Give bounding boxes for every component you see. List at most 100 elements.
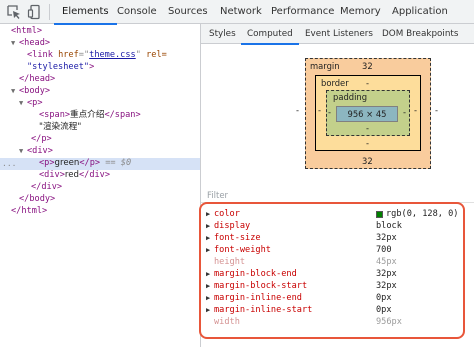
tab-elements[interactable]: Elements bbox=[54, 0, 117, 25]
dom-node-p-close[interactable]: </p> bbox=[0, 134, 200, 146]
link-close: > bbox=[89, 62, 95, 72]
subtab-computed[interactable]: Computed bbox=[241, 24, 299, 45]
dom-node-text[interactable]: "渲染流程" bbox=[0, 122, 200, 134]
expand-triangle-icon[interactable]: ▶ bbox=[206, 232, 210, 244]
html-close-tag: </html> bbox=[11, 206, 48, 216]
dom-node-link[interactable]: <link href="theme.css" rel= bbox=[0, 50, 200, 62]
tab-memory[interactable]: Memory bbox=[340, 0, 381, 24]
property-row-margin-inline-end[interactable]: ▶ margin-inline-end 0px bbox=[201, 292, 474, 304]
expand-triangle-icon[interactable]: ▶ bbox=[206, 280, 210, 292]
expand-triangle-icon[interactable]: ▼ bbox=[19, 98, 27, 110]
dom-node-body[interactable]: ▼ <body> bbox=[0, 86, 200, 98]
content-box[interactable]: 956 × 45 bbox=[336, 106, 398, 122]
body-close-tag: </body> bbox=[19, 194, 56, 204]
property-name: margin-inline-end bbox=[214, 293, 302, 303]
property-value: rgb(0, 128, 0) bbox=[386, 209, 459, 219]
property-row-margin-inline-start[interactable]: ▶ margin-inline-start 0px bbox=[201, 304, 474, 316]
computed-properties-list: ▶ color rgb(0, 128, 0) ▶ display block ▶… bbox=[201, 203, 474, 347]
property-name: margin-block-end bbox=[214, 269, 297, 279]
dom-node-div[interactable]: ▼ <div> bbox=[0, 146, 200, 158]
rel-attr-value: "stylesheet" bbox=[27, 62, 90, 72]
property-name: margin-block-start bbox=[214, 281, 308, 291]
expand-triangle-icon[interactable]: ▶ bbox=[206, 304, 210, 316]
border-top-value: - bbox=[366, 78, 370, 88]
tab-network[interactable]: Network bbox=[220, 0, 262, 24]
inspect-element-icon[interactable] bbox=[6, 4, 22, 20]
tab-sources[interactable]: Sources bbox=[168, 0, 208, 24]
expand-triangle-icon[interactable]: ▶ bbox=[206, 268, 210, 280]
dom-node-span[interactable]: <span>重点介绍</span> bbox=[0, 110, 200, 122]
expand-triangle-icon[interactable]: ▶ bbox=[206, 244, 210, 256]
expand-triangle-icon[interactable]: ▼ bbox=[19, 146, 27, 158]
property-value: 32px bbox=[376, 281, 397, 291]
color-swatch[interactable] bbox=[376, 211, 383, 218]
property-name: font-size bbox=[214, 233, 261, 243]
dom-node-head-close[interactable]: </head> bbox=[0, 74, 200, 86]
subtab-event-listeners[interactable]: Event Listeners bbox=[305, 24, 373, 44]
property-value: 956px bbox=[376, 317, 402, 327]
toolbar-separator bbox=[49, 4, 50, 20]
selected-text: green bbox=[54, 158, 80, 168]
padding-box[interactable]: padding - - - 956 × 45 bbox=[326, 90, 410, 136]
tab-performance[interactable]: Performance bbox=[271, 0, 334, 24]
dom-tree: <html> ▼ <head> <link href="theme.css" re… bbox=[0, 24, 200, 347]
padding-left-value: - bbox=[328, 107, 332, 117]
dom-node-div-close[interactable]: </div> bbox=[0, 182, 200, 194]
dom-node-html[interactable]: <html> bbox=[0, 26, 200, 38]
devtools-toolbar: Elements Console Sources Network Perform… bbox=[0, 0, 474, 25]
span-close-tag: </span> bbox=[104, 110, 141, 120]
property-row-display[interactable]: ▶ display block bbox=[201, 220, 474, 232]
property-row-font-size[interactable]: ▶ font-size 32px bbox=[201, 232, 474, 244]
dom-node-head[interactable]: ▼ <head> bbox=[0, 38, 200, 50]
dom-node-p[interactable]: ▼ <p> bbox=[0, 98, 200, 110]
span-text: 重点介绍 bbox=[70, 110, 105, 120]
property-name: display bbox=[214, 221, 251, 231]
expand-triangle-icon[interactable]: ▼ bbox=[11, 38, 19, 50]
margin-top-value: 32 bbox=[362, 61, 373, 71]
padding-right-value: - bbox=[403, 107, 407, 117]
tab-console[interactable]: Console bbox=[117, 0, 157, 24]
dom-node-selected-p[interactable]: ... <p>green</p> == $0 bbox=[0, 158, 200, 170]
expand-triangle-icon[interactable]: ▶ bbox=[206, 220, 210, 232]
property-row-margin-block-end[interactable]: ▶ margin-block-end 32px bbox=[201, 268, 474, 280]
dom-node-html-close[interactable]: </html> bbox=[0, 206, 200, 218]
dom-node-body-close[interactable]: </body> bbox=[0, 194, 200, 206]
margin-box[interactable]: margin 32 32 border - - - - padding - - … bbox=[305, 58, 431, 169]
sidebar-tabs: Styles Computed Event Listeners DOM Brea… bbox=[201, 24, 474, 45]
expand-triangle-icon[interactable]: ▶ bbox=[206, 208, 210, 220]
property-row-margin-block-start[interactable]: ▶ margin-block-start 32px bbox=[201, 280, 474, 292]
more-icon[interactable]: ... bbox=[2, 158, 16, 170]
subtab-dom-breakpoints[interactable]: DOM Breakpoints bbox=[382, 24, 458, 44]
margin-bottom-value: 32 bbox=[362, 156, 373, 166]
inner-div-open: <div> bbox=[39, 170, 65, 180]
property-name: font-weight bbox=[214, 245, 271, 255]
property-row-color[interactable]: ▶ color rgb(0, 128, 0) bbox=[201, 208, 474, 220]
head-open-tag: <head> bbox=[19, 38, 51, 48]
border-left-value: - bbox=[318, 105, 322, 115]
box-model-diagram: - - margin 32 32 border - - - - padding … bbox=[201, 45, 474, 185]
rel-attr-name: rel= bbox=[146, 50, 167, 60]
padding-label: padding bbox=[333, 92, 368, 102]
dom-node-link-cont[interactable]: "stylesheet"> bbox=[0, 62, 200, 74]
property-value: 700 bbox=[376, 245, 392, 255]
property-name: width bbox=[214, 317, 240, 327]
p-close-tag: </p> bbox=[31, 134, 52, 144]
dom-node-inner-div[interactable]: <div>red</div> bbox=[0, 170, 200, 182]
selected-marker: == $0 bbox=[105, 158, 132, 168]
property-name: margin-inline-start bbox=[214, 305, 313, 315]
filter-input[interactable]: Filter bbox=[207, 191, 228, 201]
subtab-styles[interactable]: Styles bbox=[209, 24, 236, 44]
property-row-height[interactable]: height 45px bbox=[201, 256, 474, 268]
border-box[interactable]: border - - - - padding - - - 956 × 45 bbox=[315, 75, 421, 151]
href-link[interactable]: theme.css bbox=[89, 50, 136, 60]
expand-triangle-icon[interactable]: ▼ bbox=[11, 86, 19, 98]
property-row-width[interactable]: width 956px bbox=[201, 316, 474, 328]
property-row-font-weight[interactable]: ▶ font-weight 700 bbox=[201, 244, 474, 256]
padding-bottom-value: - bbox=[366, 123, 370, 133]
device-toolbar-icon[interactable] bbox=[27, 4, 43, 20]
tab-application[interactable]: Application bbox=[392, 0, 448, 24]
property-value: 0px bbox=[376, 293, 392, 303]
p-text-node: "渲染流程" bbox=[39, 122, 82, 132]
property-name: height bbox=[214, 257, 246, 267]
expand-triangle-icon[interactable]: ▶ bbox=[206, 292, 210, 304]
